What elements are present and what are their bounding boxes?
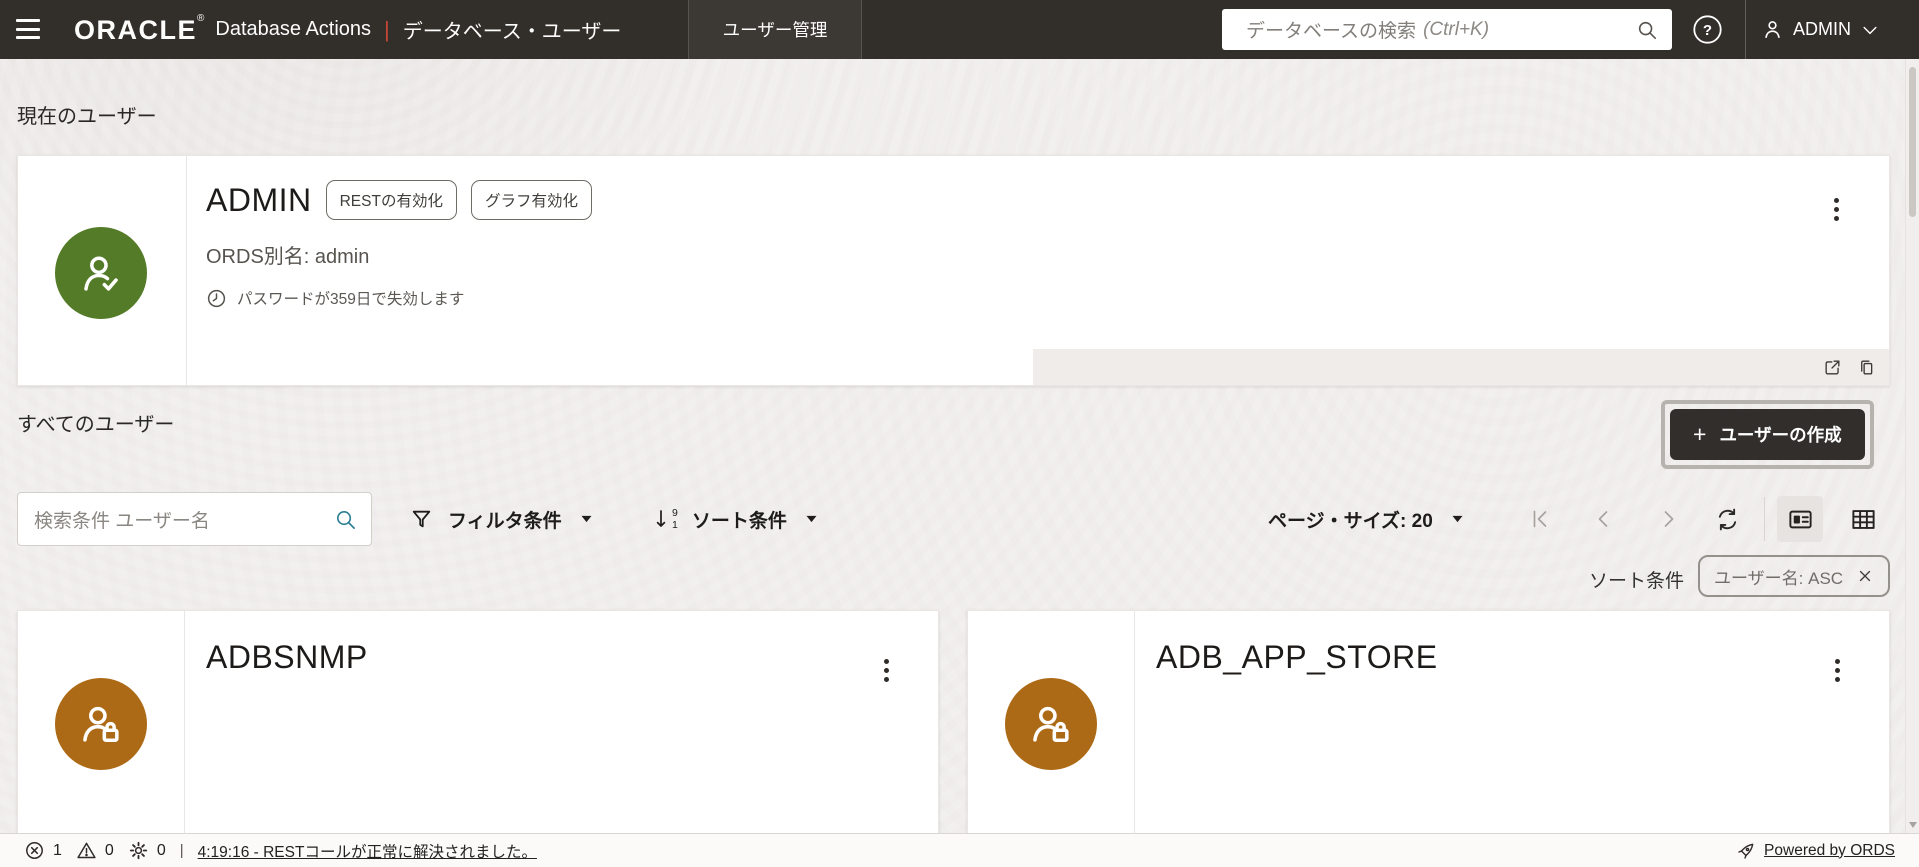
caret-down-icon bbox=[1451, 514, 1464, 524]
status-separator: | bbox=[179, 842, 184, 859]
admin-name-row: ADMIN RESTの有効化 グラフ有効化 bbox=[206, 180, 592, 220]
locked-user-avatar bbox=[55, 678, 147, 770]
user-search-placeholder: 検索条件 ユーザー名 bbox=[34, 510, 210, 532]
caret-down-icon bbox=[580, 514, 593, 524]
user-card-menu-icon[interactable] bbox=[880, 655, 893, 686]
page-size-dropdown[interactable]: ページ・サイズ: 20 bbox=[1268, 492, 1464, 546]
table-view-toggle[interactable] bbox=[1840, 496, 1886, 542]
pagination bbox=[1528, 492, 1680, 546]
sort-chip-label: ソート条件 bbox=[1589, 571, 1685, 592]
toolbar-divider bbox=[1764, 497, 1765, 541]
product-name: Database Actions bbox=[215, 18, 372, 40]
search-placeholder: データベースの検索 bbox=[1246, 21, 1417, 42]
caret-down-icon bbox=[805, 514, 818, 524]
card-divider bbox=[184, 611, 185, 859]
oracle-logo[interactable]: ORACLE® bbox=[74, 13, 204, 46]
card-divider bbox=[1134, 611, 1135, 859]
create-user-focus-ring: + ユーザーの作成 bbox=[1661, 400, 1874, 469]
header-divider bbox=[1745, 0, 1746, 59]
user-icon bbox=[1761, 18, 1784, 41]
process-counter[interactable]: 0 bbox=[128, 840, 166, 861]
plus-icon: + bbox=[1693, 421, 1707, 447]
breadcrumb-separator: | bbox=[384, 16, 390, 42]
person-lock-icon bbox=[1026, 699, 1076, 749]
admin-card-menu-icon[interactable] bbox=[1830, 194, 1843, 225]
gear-icon bbox=[128, 840, 149, 861]
app-header: ORACLE® Database Actions | データベース・ユーザー ユ… bbox=[0, 0, 1919, 59]
status-message-link[interactable]: 4:19:16 - RESTコールが正常に解決されました。 bbox=[198, 840, 537, 862]
create-user-button[interactable]: + ユーザーの作成 bbox=[1670, 409, 1865, 460]
card-divider bbox=[186, 156, 187, 385]
scrollbar-thumb[interactable] bbox=[1909, 67, 1916, 217]
filter-dropdown[interactable]: フィルタ条件 bbox=[409, 492, 593, 546]
global-search-input[interactable]: データベースの検索 (Ctrl+K) bbox=[1222, 9, 1672, 50]
sort-chip[interactable]: ユーザー名: ASC bbox=[1698, 555, 1891, 597]
user-card[interactable]: ADB_APP_STORE bbox=[967, 610, 1890, 860]
warning-icon bbox=[76, 840, 97, 861]
user-search-input[interactable]: 検索条件 ユーザー名 bbox=[17, 492, 372, 546]
rest-enabled-badge: RESTの有効化 bbox=[325, 180, 457, 220]
card-view-toggle[interactable] bbox=[1777, 496, 1823, 542]
error-counter[interactable]: 1 bbox=[24, 840, 62, 861]
user-name: ADMIN bbox=[1793, 19, 1851, 39]
locked-user-avatar bbox=[1005, 678, 1097, 770]
close-icon[interactable] bbox=[1856, 567, 1874, 585]
breadcrumb: ORACLE® Database Actions | データベース・ユーザー bbox=[74, 0, 621, 59]
graph-enabled-badge: グラフ有効化 bbox=[470, 180, 592, 220]
search-icon bbox=[1636, 19, 1658, 41]
card-action-strip bbox=[1033, 349, 1889, 385]
password-expiry-row: パスワードが359日で失効します bbox=[206, 287, 464, 309]
help-button[interactable]: ? bbox=[1692, 14, 1723, 45]
search-shortcut-hint: (Ctrl+K) bbox=[1423, 18, 1490, 40]
user-card-menu-icon[interactable] bbox=[1831, 655, 1844, 686]
clock-icon bbox=[206, 288, 227, 309]
scrollbar[interactable] bbox=[1905, 59, 1919, 833]
admin-username: ADMIN bbox=[206, 181, 312, 218]
rocket-icon bbox=[1736, 841, 1756, 861]
filter-icon bbox=[409, 507, 434, 532]
chevron-down-icon bbox=[1860, 20, 1880, 40]
person-lock-icon bbox=[76, 699, 126, 749]
user-card-name: ADBSNMP bbox=[206, 639, 368, 675]
registered-mark: ® bbox=[197, 13, 205, 24]
person-check-icon bbox=[76, 248, 126, 298]
current-user-heading: 現在のユーザー bbox=[17, 106, 157, 128]
status-bar: 1 0 0 | 4:19:16 - RESTコールが正常に解決されました。 Po… bbox=[0, 833, 1919, 867]
first-page-icon[interactable] bbox=[1528, 507, 1552, 531]
error-icon bbox=[24, 840, 45, 861]
admin-avatar bbox=[55, 227, 147, 319]
database-actions-app: ORACLE® Database Actions | データベース・ユーザー ユ… bbox=[0, 0, 1919, 867]
user-card-name: ADB_APP_STORE bbox=[1156, 639, 1438, 675]
user-card[interactable]: ADBSNMP bbox=[17, 610, 939, 860]
ords-alias: ORDS別名: admin bbox=[206, 246, 370, 268]
scrollbar-down-arrow[interactable] bbox=[1909, 822, 1917, 828]
previous-page-icon[interactable] bbox=[1592, 507, 1616, 531]
user-menu[interactable]: ADMIN bbox=[1761, 0, 1880, 59]
next-page-icon[interactable] bbox=[1656, 507, 1680, 531]
page-context: データベース・ユーザー bbox=[402, 21, 622, 43]
powered-by-ords[interactable]: Powered by ORDS bbox=[1736, 841, 1895, 861]
tab-user-management[interactable]: ユーザー管理 bbox=[688, 0, 862, 59]
refresh-icon[interactable] bbox=[1714, 506, 1741, 533]
current-user-card: ADMIN RESTの有効化 グラフ有効化 ORDS別名: admin パスワー… bbox=[17, 155, 1890, 386]
sort-icon: 91 bbox=[653, 507, 678, 531]
sort-dropdown[interactable]: 91 ソート条件 bbox=[653, 492, 818, 546]
user-search-icon[interactable] bbox=[334, 508, 357, 531]
warning-counter[interactable]: 0 bbox=[76, 840, 114, 861]
password-expiry-text: パスワードが359日で失効します bbox=[237, 291, 465, 308]
sort-chip-value: ユーザー名: ASC bbox=[1714, 568, 1844, 588]
menu-icon[interactable] bbox=[16, 19, 40, 39]
open-in-new-icon[interactable] bbox=[1823, 358, 1842, 377]
question-glyph: ? bbox=[1703, 22, 1712, 39]
copy-icon[interactable] bbox=[1857, 358, 1876, 377]
all-users-heading: すべてのユーザー bbox=[17, 414, 175, 436]
